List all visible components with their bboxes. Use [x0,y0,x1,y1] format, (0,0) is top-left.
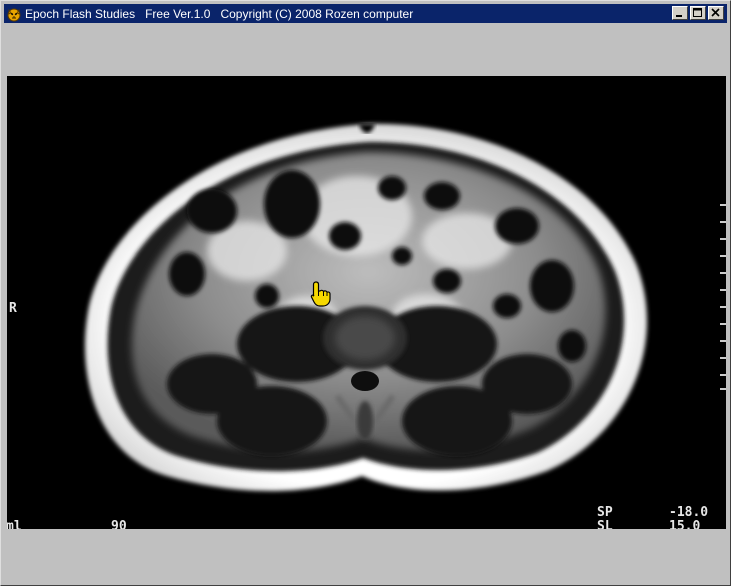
overlay-sp-label: SP [597,505,613,520]
overlay-sl-value: 15.0 [669,519,701,529]
overlay-sp-value: -18.0 [669,505,709,520]
minimize-icon [676,15,682,17]
maximize-button[interactable] [690,6,706,20]
image-viewer[interactable]: R ml 90 SP -18.0 SL 15.0 [7,76,726,529]
pointing-hand-cursor-icon [310,281,331,307]
overlay-bottom-mid: 90 [111,519,127,529]
mri-scan-image [85,123,647,491]
window-controls [672,6,724,20]
window-title: Epoch Flash Studies Free Ver.1.0 Copyrig… [25,6,414,21]
close-button[interactable] [708,6,724,20]
maximize-icon [693,8,702,17]
overlay-sl-label: SL [597,519,613,529]
app-window: Epoch Flash Studies Free Ver.1.0 Copyrig… [0,0,731,586]
close-icon [711,8,720,17]
scale-ruler [720,204,726,390]
title-bar[interactable]: Epoch Flash Studies Free Ver.1.0 Copyrig… [4,4,727,23]
client-area: R ml 90 SP -18.0 SL 15.0 [7,25,726,581]
tiger-app-icon[interactable] [6,6,22,22]
overlay-bottom-left: ml [7,519,22,529]
minimize-button[interactable] [672,6,688,20]
orientation-marker: R [9,301,17,316]
